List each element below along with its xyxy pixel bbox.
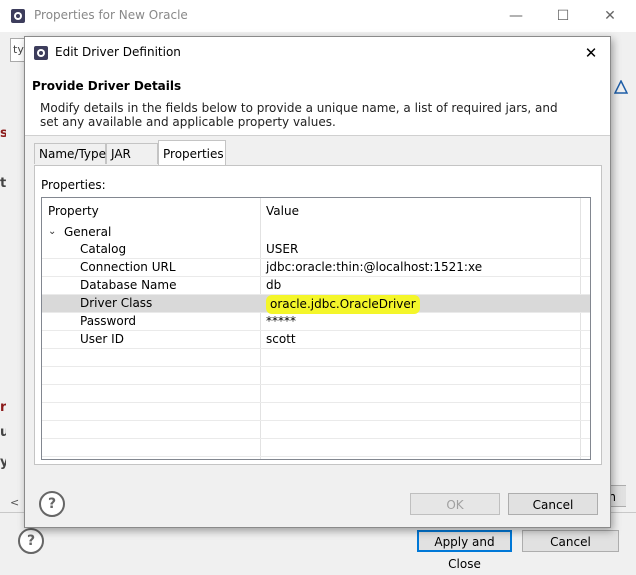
properties-label: Properties:: [41, 178, 106, 192]
column-header-property[interactable]: Property: [48, 204, 99, 218]
group-row-general[interactable]: ⌄ General: [42, 223, 590, 241]
help-icon[interactable]: ?: [39, 491, 65, 517]
empty-row: [42, 367, 590, 385]
scroll-left-icon[interactable]: <: [10, 496, 24, 510]
empty-row: [42, 439, 590, 457]
minimize-button[interactable]: —: [506, 6, 526, 26]
background-window-title: Properties for New Oracle: [34, 8, 188, 22]
dialog-header: Provide Driver Details Modify details in…: [25, 69, 610, 136]
empty-row: [42, 421, 590, 439]
background-titlebar: Properties for New Oracle — ☐ ✕: [0, 0, 636, 32]
table-row[interactable]: Password *****: [42, 313, 590, 331]
eclipse-icon: [34, 46, 48, 60]
maximize-button[interactable]: ☐: [553, 6, 573, 26]
edit-driver-dialog: Edit Driver Definition ✕ Provide Driver …: [24, 36, 611, 528]
tab-jar-list[interactable]: JAR List: [106, 143, 158, 182]
property-value[interactable]: scott: [266, 331, 296, 348]
window-close-button[interactable]: ✕: [600, 6, 620, 26]
table-row-selected[interactable]: Driver Class oracle.jdbc.OracleDriver: [42, 295, 590, 314]
background-edge-letter: s: [0, 126, 6, 141]
header-description: Modify details in the fields below to pr…: [40, 101, 558, 129]
property-value-highlighted[interactable]: oracle.jdbc.OracleDriver: [266, 295, 420, 314]
property-value[interactable]: db: [266, 277, 281, 294]
header-title: Provide Driver Details: [32, 79, 182, 93]
property-name: Database Name: [80, 278, 177, 292]
cancel-button[interactable]: Cancel: [508, 493, 598, 515]
tab-name-type[interactable]: Name/Type: [34, 143, 106, 164]
chevron-down-icon[interactable]: ⌄: [48, 223, 56, 241]
property-name: Catalog: [80, 242, 127, 256]
empty-row: [42, 349, 590, 367]
warning-icon: [614, 80, 628, 94]
properties-panel: Properties: Property Value ⌄ General Cat…: [34, 165, 602, 465]
apply-and-close-button[interactable]: Apply and Close: [417, 530, 512, 571]
table-row[interactable]: User ID scott: [42, 331, 590, 349]
background-help-icon[interactable]: ?: [18, 528, 44, 554]
dialog-title: Edit Driver Definition: [55, 45, 181, 59]
properties-table[interactable]: Property Value ⌄ General Catalog USER Co…: [41, 197, 591, 460]
background-edge-letter: y: [0, 455, 6, 470]
property-value[interactable]: *****: [266, 313, 296, 330]
property-name: Connection URL: [80, 260, 176, 274]
group-label: General: [64, 225, 112, 239]
property-name: User ID: [80, 332, 124, 346]
property-name: Driver Class: [80, 296, 153, 310]
background-edge-letter: u: [0, 425, 6, 440]
property-name: Password: [80, 314, 137, 328]
property-value[interactable]: jdbc:oracle:thin:@localhost:1521:xe: [266, 259, 482, 276]
empty-row: [42, 385, 590, 403]
background-cancel-button[interactable]: Cancel: [522, 530, 619, 552]
table-row[interactable]: Database Name db: [42, 277, 590, 295]
empty-row: [42, 403, 590, 421]
column-header-value[interactable]: Value: [266, 204, 299, 218]
table-row[interactable]: Connection URL jdbc:oracle:thin:@localho…: [42, 259, 590, 277]
tab-properties[interactable]: Properties: [158, 140, 226, 165]
dialog-titlebar: Edit Driver Definition ✕: [25, 37, 610, 69]
property-value[interactable]: USER: [266, 241, 298, 258]
background-edge-letter: r: [0, 400, 6, 415]
background-edge-letter: t: [0, 176, 6, 191]
close-icon[interactable]: ✕: [581, 43, 601, 63]
eclipse-icon: [11, 9, 25, 23]
table-row[interactable]: Catalog USER: [42, 241, 590, 259]
ok-button[interactable]: OK: [410, 493, 500, 515]
